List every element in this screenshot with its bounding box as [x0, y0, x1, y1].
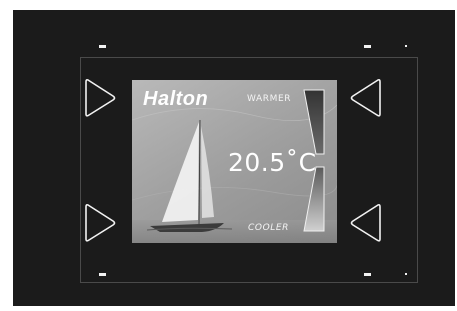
brand-logo: Halton — [143, 88, 209, 110]
device-photo: Halton WARMER 20.5˚C COOLER — [0, 0, 457, 311]
right-arrow-icon[interactable] — [83, 201, 117, 245]
bezel-marker — [364, 45, 371, 48]
display-screen: Halton WARMER 20.5˚C COOLER — [132, 80, 337, 243]
bezel-marker — [99, 273, 106, 276]
left-arrow-icon[interactable] — [349, 76, 383, 120]
bezel-marker — [364, 273, 371, 276]
right-arrow-icon[interactable] — [83, 76, 117, 120]
temperature-slider[interactable] — [302, 88, 326, 233]
bezel-marker — [405, 45, 407, 47]
bezel-marker — [405, 273, 407, 275]
left-arrow-icon[interactable] — [349, 201, 383, 245]
cooler-label: COOLER — [248, 223, 290, 233]
bezel-marker — [99, 45, 106, 48]
warmer-label: WARMER — [247, 94, 292, 104]
